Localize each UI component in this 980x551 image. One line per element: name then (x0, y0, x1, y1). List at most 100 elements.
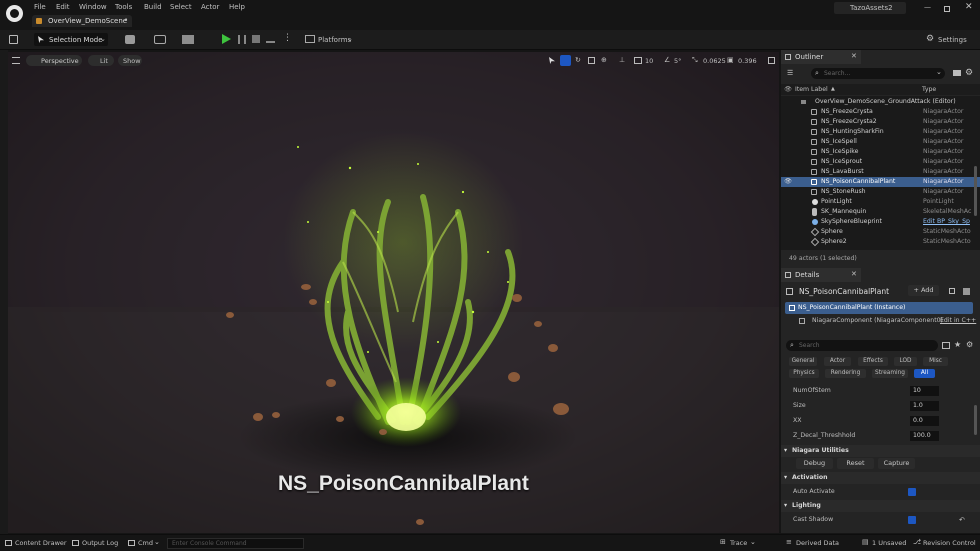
outliner-search-input[interactable]: ⌕ Search... ⌄ (811, 68, 945, 79)
outliner-tab[interactable]: Outliner ✕ (781, 50, 861, 64)
lit-button[interactable]: Lit (88, 55, 114, 66)
step-button[interactable] (238, 35, 246, 44)
selection-mode-dropdown[interactable]: Selection Mode ⌄ (34, 33, 108, 46)
menu-select[interactable]: Select (170, 3, 192, 11)
cast-shadow-checkbox[interactable] (908, 516, 916, 524)
outliner-row[interactable]: PointLight PointLight (781, 197, 980, 207)
outliner-settings-icon[interactable]: ⚙ (965, 68, 973, 78)
menu-window[interactable]: Window (79, 3, 107, 11)
add-component-button[interactable]: + Add (908, 285, 939, 296)
cmd-dropdown[interactable]: Cmd (138, 539, 153, 547)
prop-value-input[interactable]: 10 (910, 386, 939, 396)
outliner-row[interactable]: SK_Mannequin SkeletalMeshAc (781, 207, 980, 217)
trace-button[interactable]: Trace (730, 539, 747, 547)
edit-blueprint-link[interactable]: Edit BP_Sky_Sp (923, 217, 970, 227)
save-icon[interactable] (9, 35, 18, 44)
grid-snap-value[interactable]: 10 (645, 57, 653, 65)
outliner-row[interactable]: Sphere StaticMeshActo (781, 227, 980, 237)
cinematics-icon[interactable] (182, 35, 194, 44)
maximize-viewport-icon[interactable] (768, 57, 775, 64)
translate-tool-icon[interactable] (560, 55, 571, 66)
details-search-input[interactable]: ⌕ Search (786, 340, 938, 351)
outliner-row-selected[interactable]: 👁 NS_PoisonCannibalPlant NiagaraActor (781, 177, 980, 187)
details-close-icon[interactable]: ✕ (851, 270, 857, 278)
section-activation[interactable]: ▾ Activation (781, 472, 980, 484)
output-log-button[interactable]: Output Log (82, 539, 118, 547)
menu-actor[interactable]: Actor (201, 3, 219, 11)
menu-build[interactable]: Build (144, 3, 162, 11)
content-drawer-button[interactable]: Content Drawer (15, 539, 67, 547)
visibility-eye-icon[interactable]: 👁 (784, 177, 792, 187)
unreal-logo-icon[interactable] (6, 5, 23, 22)
close-window-icon[interactable]: ✕ (965, 2, 973, 12)
prop-value-input[interactable]: 0.0 (910, 416, 939, 426)
scale-snap-icon[interactable]: ⤡ (692, 56, 698, 65)
outliner-row[interactable]: NS_HuntingSharkFin NiagaraActor (781, 127, 980, 137)
minimize-icon[interactable]: — (924, 3, 931, 11)
tab-streaming[interactable]: Streaming (872, 369, 908, 378)
component-instance-row[interactable]: NS_PoisonCannibalPlant (Instance) (785, 302, 973, 314)
stop-button[interactable] (252, 35, 260, 43)
eject-button[interactable] (266, 35, 275, 43)
tab-physics[interactable]: Physics (789, 369, 819, 378)
viewport-menu-icon[interactable] (12, 57, 20, 64)
capture-button[interactable]: Capture (878, 458, 915, 469)
rotate-tool-icon[interactable]: ↻ (575, 56, 581, 64)
outliner-row[interactable]: NS_StoneRush NiagaraActor (781, 187, 980, 197)
world-space-icon[interactable]: ⊕ (601, 56, 607, 64)
outliner-row[interactable]: Sphere2 StaticMeshActo (781, 237, 980, 247)
outliner-row[interactable]: NS_LavaBurst NiagaraActor (781, 167, 980, 177)
more-options-icon[interactable]: ⋮ (283, 33, 292, 43)
level-viewport[interactable]: NS_PoisonCannibalPlant Perspective Lit S… (8, 52, 779, 533)
outliner-row[interactable]: NS_FreezeCrysta NiagaraActor (781, 107, 980, 117)
niagara-component-row[interactable]: NiagaraComponent (NiagaraComponent0) Edi… (785, 315, 976, 327)
reset-to-default-icon[interactable]: ↶ (959, 513, 965, 527)
prop-value-input[interactable]: 100.0 (910, 431, 939, 441)
tab-general[interactable]: General (789, 357, 817, 366)
camera-speed-value[interactable]: 0.396 (738, 57, 757, 65)
scale-snap-value[interactable]: 0.0625 (703, 57, 726, 65)
menu-grid-icon[interactable] (963, 288, 970, 295)
outliner-row-world[interactable]: OverView_DemoScene_GroundAttack (Editor) (781, 97, 980, 107)
perspective-button[interactable]: Perspective (26, 55, 82, 66)
camera-speed-icon[interactable]: ▣ (727, 56, 734, 64)
reset-button[interactable]: Reset (837, 458, 874, 469)
outliner-row[interactable]: SkySphereBlueprint Edit BP_Sky_Sp (781, 217, 980, 227)
outliner-row[interactable]: NS_FreezeCrysta2 NiagaraActor (781, 117, 980, 127)
filter-icon[interactable]: ☰ (787, 69, 793, 77)
lock-icon[interactable] (949, 288, 955, 294)
menu-file[interactable]: File (34, 3, 46, 11)
details-settings-icon[interactable]: ⚙ (966, 340, 973, 349)
scale-tool-icon[interactable] (588, 57, 595, 64)
menu-tools[interactable]: Tools (115, 3, 132, 11)
outliner-scrollbar[interactable] (974, 166, 977, 216)
tab-lod[interactable]: LOD (894, 357, 917, 366)
blueprint-icon[interactable] (154, 35, 166, 44)
settings-gear-icon[interactable]: ⚙ (926, 34, 934, 44)
add-content-icon[interactable] (125, 35, 135, 44)
surface-snap-icon[interactable]: ⊥ (619, 56, 625, 64)
debug-button[interactable]: Debug (796, 458, 833, 469)
maximize-icon[interactable] (944, 6, 950, 12)
outliner-folder-icon[interactable] (953, 70, 961, 76)
settings-button[interactable]: Settings (938, 36, 967, 44)
item-label-header[interactable]: Item Label (795, 84, 828, 95)
auto-activate-checkbox[interactable] (908, 488, 916, 496)
details-scrollbar[interactable] (974, 405, 977, 435)
angle-snap-value[interactable]: 5° (674, 57, 681, 65)
play-button[interactable] (222, 34, 231, 44)
table-view-icon[interactable] (942, 342, 950, 349)
section-lighting[interactable]: ▾ Lighting (781, 500, 980, 512)
show-button[interactable]: Show (118, 55, 142, 66)
platforms-icon[interactable] (305, 35, 315, 43)
console-command-input[interactable]: Enter Console Command (167, 538, 304, 549)
tab-actor[interactable]: Actor (824, 357, 851, 366)
grid-snap-icon[interactable] (634, 57, 642, 64)
section-niagara-utilities[interactable]: ▾ Niagara Utilities (781, 445, 980, 457)
menu-help[interactable]: Help (229, 3, 245, 11)
details-tab[interactable]: Details ✕ (781, 268, 861, 282)
tab-all[interactable]: All (914, 369, 935, 378)
tab-misc[interactable]: Misc (923, 357, 948, 366)
outliner-row[interactable]: NS_IceSpell NiagaraActor (781, 137, 980, 147)
angle-snap-icon[interactable]: ∠ (664, 56, 670, 64)
